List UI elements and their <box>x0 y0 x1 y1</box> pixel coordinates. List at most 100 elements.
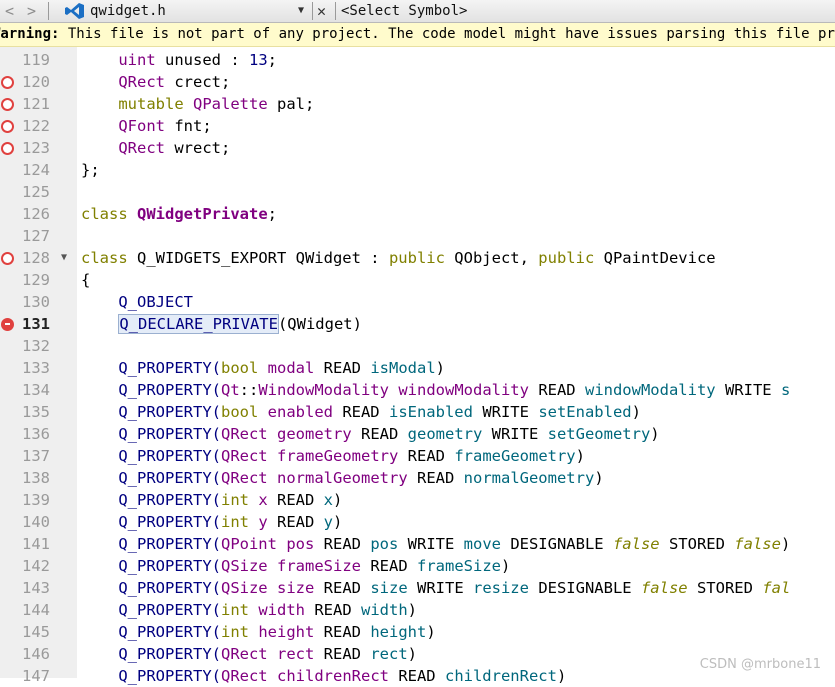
code-text: Q_PROPERTY(int y READ y) <box>81 511 342 533</box>
code-token: Q_PROPERTY( <box>81 601 221 619</box>
code-token: QSize <box>221 557 268 575</box>
code-token: QFont <box>118 117 165 135</box>
code-token: resize <box>473 579 529 597</box>
code-line[interactable]: 127 <box>0 225 835 247</box>
code-token: Q_PROPERTY( <box>81 447 221 465</box>
breakpoint-icon[interactable] <box>1 252 14 265</box>
code-token: READ <box>352 425 408 443</box>
code-token: size <box>277 579 314 597</box>
warning-banner: Warning: This file is not part of any pr… <box>0 23 835 47</box>
breakpoint-icon[interactable] <box>1 120 14 133</box>
code-line[interactable]: 142 Q_PROPERTY(QSize frameSize READ fram… <box>0 555 835 577</box>
code-line[interactable]: 129{ <box>0 269 835 291</box>
code-token: ; <box>268 51 277 69</box>
code-token: DESIGNABLE <box>529 579 641 597</box>
code-token: Q_PROPERTY( <box>81 623 221 641</box>
code-line[interactable]: 133 Q_PROPERTY(bool modal READ isModal) <box>0 357 835 379</box>
code-line[interactable]: 119 uint unused : 13; <box>0 49 835 71</box>
code-line[interactable]: 125 <box>0 181 835 203</box>
code-line[interactable]: 121 mutable QPalette pal; <box>0 93 835 115</box>
code-line[interactable]: 139 Q_PROPERTY(int x READ x) <box>0 489 835 511</box>
code-line[interactable]: 141 Q_PROPERTY(QPoint pos READ pos WRITE… <box>0 533 835 555</box>
breakpoint-icon[interactable] <box>1 318 14 331</box>
code-editor[interactable]: 119 uint unused : 13;120 QRect crect;121… <box>0 49 835 687</box>
code-line[interactable]: 122 QFont fnt; <box>0 115 835 137</box>
code-token: QWidgetPrivate <box>137 205 268 223</box>
code-line[interactable]: 138 Q_PROPERTY(QRect normalGeometry READ… <box>0 467 835 489</box>
back-arrow-icon[interactable]: < <box>5 0 14 22</box>
breakpoint-icon[interactable] <box>1 142 14 155</box>
code-line[interactable]: 143 Q_PROPERTY(QSize size READ size WRIT… <box>0 577 835 599</box>
code-token: READ <box>268 513 324 531</box>
file-selector[interactable]: qwidget.h <box>90 0 166 22</box>
code-token: STORED <box>688 579 763 597</box>
code-line[interactable]: 130 Q_OBJECT <box>0 291 835 313</box>
code-token: Q_PROPERTY( <box>81 535 221 553</box>
code-line[interactable]: 137 Q_PROPERTY(QRect frameGeometry READ … <box>0 445 835 467</box>
code-line[interactable]: 120 QRect crect; <box>0 71 835 93</box>
code-token: int <box>221 623 249 641</box>
symbol-selector[interactable]: <Select Symbol> <box>341 0 467 22</box>
line-number: 131 <box>20 313 50 335</box>
code-token: x <box>324 491 333 509</box>
file-dropdown-icon[interactable]: ▼ <box>298 0 304 22</box>
code-text: QRect wrect; <box>81 137 230 159</box>
code-line[interactable]: 126class QWidgetPrivate; <box>0 203 835 225</box>
line-number: 126 <box>20 203 50 225</box>
line-number: 147 <box>20 665 50 687</box>
code-line[interactable]: 131 Q_DECLARE_PRIVATE(QWidget) <box>0 313 835 335</box>
code-token: READ <box>268 491 324 509</box>
fold-arrow-icon[interactable]: ▼ <box>61 247 67 269</box>
code-token <box>81 73 118 91</box>
code-token: normalGeometry <box>464 469 595 487</box>
code-text: Q_PROPERTY(int width READ width) <box>81 599 417 621</box>
code-token: pos <box>286 535 314 553</box>
code-token: move <box>464 535 501 553</box>
code-line[interactable]: 145 Q_PROPERTY(int height READ height) <box>0 621 835 643</box>
code-token: READ <box>314 579 370 597</box>
code-line[interactable]: 144 Q_PROPERTY(int width READ width) <box>0 599 835 621</box>
code-token: isEnabled <box>389 403 473 421</box>
code-line[interactable]: 134 Q_PROPERTY(Qt::WindowModality window… <box>0 379 835 401</box>
code-token: width <box>258 601 305 619</box>
code-token: QRect <box>221 425 268 443</box>
close-file-icon[interactable]: ✕ <box>317 0 326 22</box>
code-text: mutable QPalette pal; <box>81 93 314 115</box>
code-token: ) <box>650 425 659 443</box>
forward-arrow-icon[interactable]: > <box>27 0 36 22</box>
code-line[interactable]: 132 <box>0 335 835 357</box>
code-token <box>81 315 118 333</box>
code-token: mutable <box>118 95 183 113</box>
code-line[interactable]: 136 Q_PROPERTY(QRect geometry READ geome… <box>0 423 835 445</box>
code-token: QRect <box>221 447 268 465</box>
breakpoint-icon[interactable] <box>1 98 14 111</box>
code-token <box>268 447 277 465</box>
breakpoint-icon[interactable] <box>1 76 14 89</box>
code-token: fnt; <box>165 117 212 135</box>
code-token: frameSize <box>417 557 501 575</box>
code-line[interactable]: 123 QRect wrect; <box>0 137 835 159</box>
code-token: Q_PROPERTY( <box>81 359 221 377</box>
code-text: class Q_WIDGETS_EXPORT QWidget : public … <box>81 247 716 269</box>
code-line[interactable]: 124}; <box>0 159 835 181</box>
code-line[interactable]: 140 Q_PROPERTY(int y READ y) <box>0 511 835 533</box>
code-token <box>268 425 277 443</box>
toolbar-divider <box>335 2 336 20</box>
line-number: 122 <box>20 115 50 137</box>
code-token: s <box>781 381 790 399</box>
code-text: Q_PROPERTY(QRect frameGeometry READ fram… <box>81 445 585 467</box>
code-token: }; <box>81 161 100 179</box>
code-line[interactable]: 128 ▼ class Q_WIDGETS_EXPORT QWidget : pub… <box>0 247 835 269</box>
line-number: 128 <box>20 247 50 269</box>
code-token: frameGeometry <box>277 447 398 465</box>
code-token <box>249 513 258 531</box>
code-token: WRITE <box>398 535 463 553</box>
code-token <box>268 469 277 487</box>
code-token: frameSize <box>277 557 361 575</box>
code-token: wrect; <box>165 139 230 157</box>
code-token: READ <box>314 645 370 663</box>
code-token: setEnabled <box>538 403 631 421</box>
code-line[interactable]: 135 Q_PROPERTY(bool enabled READ isEnabl… <box>0 401 835 423</box>
line-number: 144 <box>20 599 50 621</box>
line-number: 127 <box>20 225 50 247</box>
